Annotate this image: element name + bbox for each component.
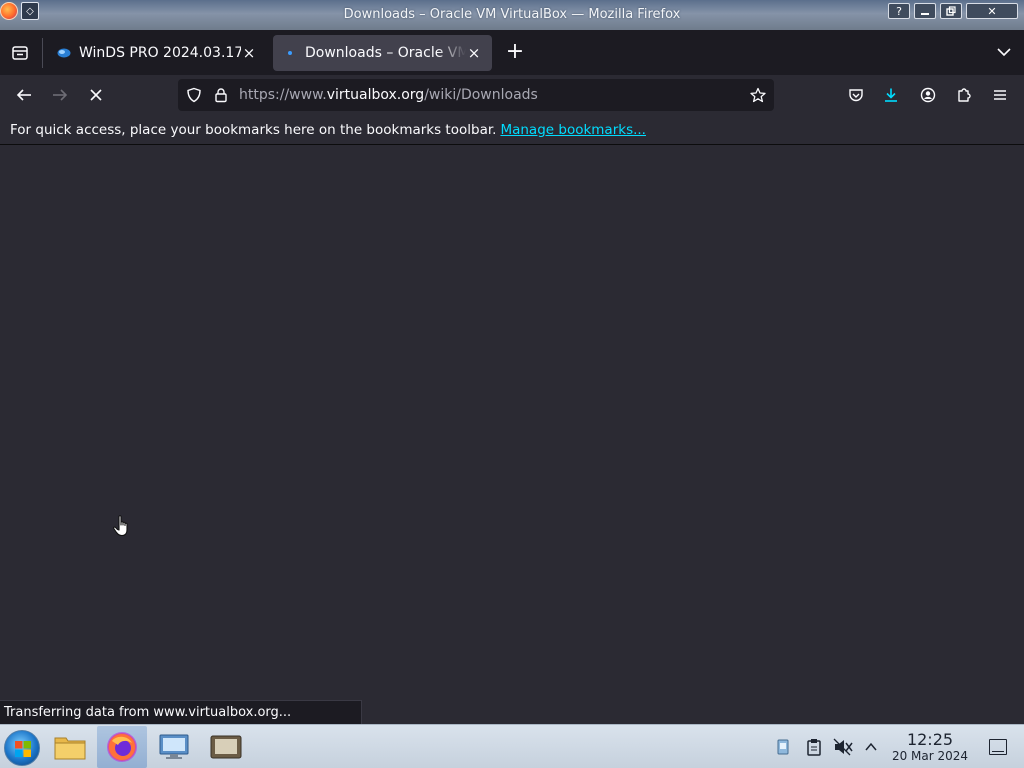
taskbar-clock[interactable]: 12:25 20 Mar 2024 — [888, 730, 972, 764]
url-host: virtualbox.org — [326, 87, 425, 103]
clock-date: 20 Mar 2024 — [891, 749, 969, 763]
loading-dot-icon — [283, 46, 297, 60]
close-tab-button[interactable]: × — [241, 44, 257, 62]
status-panel: Transferring data from www.virtualbox.or… — [0, 700, 362, 724]
winds-icon — [57, 46, 71, 60]
arrow-left-icon — [16, 89, 31, 101]
tab-winds-pro[interactable]: WinDS PRO 2024.03.17 × — [47, 35, 267, 71]
taskbar-app-firefox[interactable] — [97, 726, 147, 768]
restore-icon — [946, 6, 956, 16]
firefox-view-button[interactable] — [8, 41, 32, 65]
firefox-view-icon — [12, 46, 28, 60]
url-prefix: https://www. — [239, 87, 327, 103]
window-title: Downloads – Oracle VM VirtualBox — Mozil… — [343, 7, 681, 22]
help-button[interactable]: ? — [888, 3, 910, 19]
tab-downloads-virtualbox[interactable]: Downloads – Oracle VM VirtualBox × — [273, 35, 492, 71]
windows-logo-icon — [15, 741, 31, 757]
taskbar-app-virtualbox[interactable] — [201, 726, 251, 768]
tab-label: WinDS PRO 2024.03.17 — [79, 45, 241, 61]
site-info-button[interactable] — [209, 83, 233, 107]
taskbar-app-file-manager[interactable] — [45, 726, 95, 768]
manage-bookmarks-link[interactable]: Manage bookmarks... — [500, 122, 646, 138]
firefox-icon — [107, 732, 137, 762]
tracking-protection-button[interactable] — [182, 83, 206, 107]
bookmarks-empty-message: For quick access, place your bookmarks h… — [10, 121, 497, 138]
minimize-button[interactable] — [914, 3, 936, 19]
bookmark-page-button[interactable] — [746, 83, 770, 107]
tab-strip: WinDS PRO 2024.03.17 × Downloads – Oracl… — [0, 30, 1024, 75]
shield-icon — [187, 87, 201, 103]
forward-button[interactable] — [48, 83, 72, 107]
list-all-tabs-button[interactable] — [996, 44, 1012, 60]
extensions-button[interactable] — [952, 83, 976, 107]
notifications-icon[interactable] — [989, 739, 1007, 755]
tray-volume-muted-icon[interactable] — [833, 737, 853, 757]
url-path: /wiki/Downloads — [424, 87, 538, 103]
account-icon — [920, 87, 936, 103]
close-tab-button[interactable]: × — [466, 44, 482, 62]
navigation-toolbar: https://www.virtualbox.org/wiki/Download… — [0, 75, 1024, 115]
back-button[interactable] — [12, 83, 36, 107]
pocket-button[interactable] — [844, 83, 868, 107]
maximize-button[interactable] — [940, 3, 962, 19]
close-window-button[interactable]: ✕ — [966, 3, 1018, 19]
stop-loading-button[interactable] — [84, 83, 108, 107]
app-menu-button[interactable] — [988, 83, 1012, 107]
lock-icon — [215, 88, 227, 103]
new-tab-button[interactable]: + — [503, 41, 527, 65]
downloads-button[interactable] — [879, 83, 903, 107]
taskbar: 12:25 20 Mar 2024 — [0, 724, 1024, 768]
arrow-right-icon — [53, 89, 68, 101]
url-text[interactable]: https://www.virtualbox.org/wiki/Download… — [239, 87, 538, 103]
pocket-icon — [849, 89, 863, 102]
window-controls: ? ✕ — [888, 3, 1018, 19]
taskbar-app-control-panel[interactable] — [149, 726, 199, 768]
clock-time: 12:25 — [906, 730, 954, 749]
address-bar[interactable]: https://www.virtualbox.org/wiki/Download… — [178, 79, 774, 111]
tab-label: Downloads – Oracle VM VirtualBox — [305, 45, 466, 61]
tray-clipboard-icon[interactable] — [804, 737, 824, 757]
tray-expand-chevron-up-icon[interactable] — [861, 737, 881, 757]
control-panel-icon — [159, 734, 189, 759]
page-content[interactable]: Transferring data from www.virtualbox.or… — [0, 146, 1024, 724]
download-icon — [885, 88, 897, 102]
hand-cursor-icon — [112, 514, 134, 538]
account-button[interactable] — [916, 83, 940, 107]
tray-network-icon[interactable] — [773, 737, 793, 757]
minimize-icon — [921, 13, 929, 15]
hamburger-menu-icon — [994, 90, 1006, 100]
chevron-down-icon — [997, 48, 1011, 57]
file-manager-icon — [54, 737, 86, 760]
start-button[interactable] — [4, 730, 40, 766]
window-titlebar[interactable]: ◇ Downloads – Oracle VM VirtualBox — Moz… — [0, 0, 1024, 30]
bookmarks-toolbar: For quick access, place your bookmarks h… — [0, 115, 1024, 145]
virtualbox-icon — [210, 735, 242, 759]
puzzle-icon — [958, 88, 971, 102]
close-icon — [90, 89, 102, 101]
tab-separator — [42, 38, 43, 68]
star-icon — [750, 87, 766, 103]
